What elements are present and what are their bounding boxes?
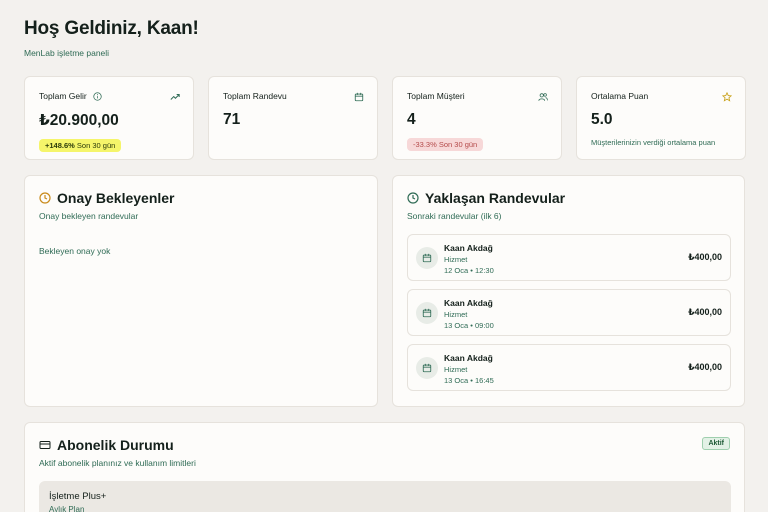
stat-value: ₺20.900,00 (39, 112, 119, 129)
change-percent: +148.6% (45, 141, 75, 150)
service-name: Hizmet (444, 310, 468, 319)
plan-name: İşletme Plus+ (49, 491, 107, 502)
stat-card-rating: Ortalama Puan 5.0 Müşterilerinizin verdi… (576, 76, 746, 160)
users-icon (538, 93, 548, 101)
panel-subtitle: Onay bekleyen randevular (39, 211, 139, 221)
calendar-icon (416, 302, 438, 324)
star-icon (722, 92, 732, 102)
change-period: Son 30 gün (76, 141, 116, 150)
appointment-time: 13 Oca • 09:00 (444, 321, 494, 330)
stat-value: 5.0 (591, 111, 613, 128)
service-name: Hizmet (444, 365, 468, 374)
stat-card-customers: Toplam Müşteri 4 -33.3% Son 30 gün (392, 76, 562, 160)
plan-box: İşletme Plus+ Aylık Plan (39, 481, 731, 512)
stat-card-revenue: Toplam Gelir ₺20.900,00 +148.6% Son 30 g… (24, 76, 194, 160)
stat-card-appointments: Toplam Randevu 71 (208, 76, 378, 160)
stat-label: Toplam Müşteri (407, 91, 465, 101)
trending-up-icon (170, 94, 180, 100)
empty-state-text: Bekleyen onay yok (39, 246, 111, 256)
panel-title: Onay Bekleyenler (57, 190, 175, 206)
upcoming-appointments-panel: Yaklaşan Randevular Sonraki randevular (… (392, 175, 745, 407)
page-subtitle: MenLab işletme paneli (24, 48, 110, 58)
change-badge: -33.3% Son 30 gün (407, 138, 484, 151)
customer-name: Kaan Akdağ (444, 353, 493, 363)
calendar-icon (354, 92, 364, 102)
appointment-price: ₺400,00 (688, 252, 722, 262)
stat-value: 71 (223, 111, 241, 128)
appointment-item[interactable]: Kaan Akdağ Hizmet 13 Oca • 09:00 ₺400,00 (407, 289, 731, 336)
change-percent: -33.3% (413, 140, 437, 149)
stat-value: 4 (407, 111, 416, 128)
panel-subtitle: Sonraki randevular (ilk 6) (407, 211, 502, 221)
service-name: Hizmet (444, 255, 468, 264)
clock-icon (407, 192, 419, 204)
change-period: Son 30 gün (438, 140, 478, 149)
pending-approvals-panel: Onay Bekleyenler Onay bekleyen randevula… (24, 175, 378, 407)
appointment-time: 13 Oca • 16:45 (444, 376, 494, 385)
panel-title: Abonelik Durumu (57, 437, 174, 453)
panel-subtitle: Aktif abonelik planınız ve kullanım limi… (39, 458, 196, 468)
appointment-price: ₺400,00 (688, 362, 722, 372)
clock-icon (39, 192, 51, 204)
calendar-icon (416, 357, 438, 379)
appointment-time: 12 Oca • 12:30 (444, 266, 494, 275)
stat-label: Toplam Gelir (39, 91, 87, 101)
page-title: Hoş Geldiniz, Kaan! (24, 18, 199, 39)
stat-label: Ortalama Puan (591, 91, 649, 101)
stat-label: Toplam Randevu (223, 91, 287, 101)
appointment-item[interactable]: Kaan Akdağ Hizmet 13 Oca • 16:45 ₺400,00 (407, 344, 731, 391)
customer-name: Kaan Akdağ (444, 298, 493, 308)
info-icon[interactable] (93, 91, 102, 101)
subscription-panel: Abonelik Durumu Aktif abonelik planınız … (24, 422, 745, 512)
calendar-icon (416, 247, 438, 269)
customer-name: Kaan Akdağ (444, 243, 493, 253)
panel-title: Yaklaşan Randevular (425, 190, 566, 206)
appointment-item[interactable]: Kaan Akdağ Hizmet 12 Oca • 12:30 ₺400,00 (407, 234, 731, 281)
stat-note: Müşterilerinizin verdiği ortalama puan (591, 138, 716, 147)
credit-card-icon (39, 441, 51, 449)
change-badge: +148.6% Son 30 gün (39, 139, 122, 152)
status-badge: Aktif (702, 437, 730, 450)
plan-type: Aylık Plan (49, 505, 85, 512)
appointment-price: ₺400,00 (688, 307, 722, 317)
page-header: Hoş Geldiniz, Kaan! MenLab işletme panel… (24, 18, 199, 58)
